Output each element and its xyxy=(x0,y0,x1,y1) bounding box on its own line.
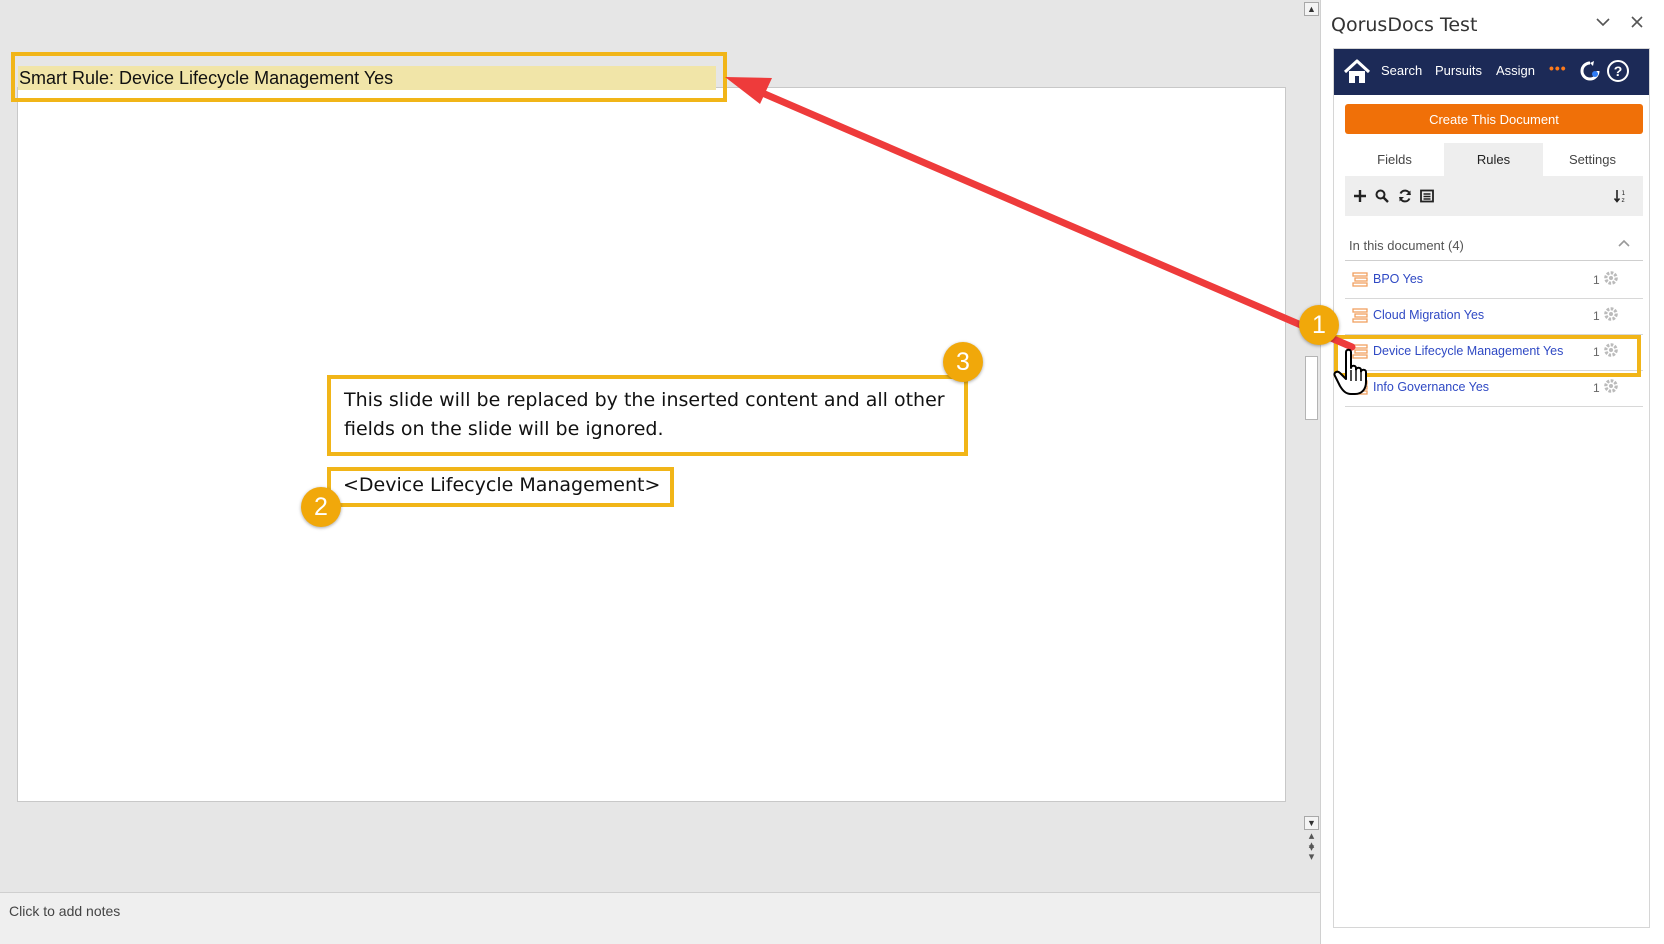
rule-count: 1 xyxy=(1593,381,1600,395)
sort-icon[interactable]: 1z xyxy=(1612,187,1630,205)
scroll-down-button[interactable]: ▼ xyxy=(1304,816,1319,830)
section-header[interactable]: In this document (4) xyxy=(1349,238,1464,253)
rule-label[interactable]: Cloud Migration Yes xyxy=(1373,308,1484,322)
hand-cursor-icon xyxy=(1333,348,1373,396)
rule-label[interactable]: Info Governance Yes xyxy=(1373,380,1489,394)
create-document-button[interactable]: Create This Document xyxy=(1345,104,1643,134)
nav-search[interactable]: Search xyxy=(1381,63,1422,78)
tab-settings[interactable]: Settings xyxy=(1543,143,1642,176)
step-badge-2: 2 xyxy=(301,487,341,527)
rule-row[interactable]: Cloud Migration Yes 1 xyxy=(1345,297,1643,335)
rule-count: 1 xyxy=(1593,309,1600,323)
scrollbar-thumb[interactable] xyxy=(1305,356,1318,420)
refresh-icon[interactable] xyxy=(1396,187,1414,205)
pane-tabs: Fields Rules Settings xyxy=(1345,143,1643,176)
smart-rule-field[interactable]: Smart Rule: Device Lifecycle Management … xyxy=(18,66,716,90)
next-slide-icon[interactable]: ▾ ▾ xyxy=(1304,843,1319,863)
scroll-up-button[interactable]: ▲ xyxy=(1304,2,1319,16)
gear-icon[interactable] xyxy=(1602,305,1620,323)
list-icon[interactable] xyxy=(1418,187,1436,205)
rule-row[interactable]: BPO Yes 1 xyxy=(1345,261,1643,299)
rule-icon xyxy=(1352,308,1368,323)
nav-pursuits[interactable]: Pursuits xyxy=(1435,63,1482,78)
sync-status-icon[interactable] xyxy=(1579,60,1601,82)
rule-label[interactable]: BPO Yes xyxy=(1373,272,1423,286)
chevron-up-icon[interactable] xyxy=(1617,236,1631,250)
nav-assign[interactable]: Assign xyxy=(1496,63,1535,78)
close-icon[interactable] xyxy=(1629,14,1645,35)
tab-rules[interactable]: Rules xyxy=(1444,143,1543,176)
gear-icon[interactable] xyxy=(1602,269,1620,287)
pane-title: QorusDocs Test xyxy=(1331,14,1478,36)
callout-text: This slide will be replaced by the inser… xyxy=(344,389,945,440)
field-placeholder[interactable]: <Device Lifecycle Management> xyxy=(343,474,660,496)
svg-text:z: z xyxy=(1622,197,1625,204)
chevron-down-icon[interactable] xyxy=(1595,14,1611,34)
notes-pane[interactable]: Click to add notes xyxy=(0,892,1320,944)
more-icon[interactable]: ••• xyxy=(1549,60,1567,76)
selected-rule-annotation-box xyxy=(1334,335,1641,377)
search-icon[interactable] xyxy=(1373,187,1391,205)
notes-placeholder: Click to add notes xyxy=(9,903,121,919)
rule-count: 1 xyxy=(1593,273,1600,287)
gear-icon[interactable] xyxy=(1602,377,1620,395)
add-icon[interactable] xyxy=(1351,187,1369,205)
step-badge-1: 1 xyxy=(1299,305,1339,345)
home-icon[interactable] xyxy=(1342,57,1372,87)
rule-icon xyxy=(1352,272,1368,287)
svg-text:1: 1 xyxy=(1622,190,1626,197)
step-badge-3: 3 xyxy=(943,342,983,382)
help-icon[interactable]: ? xyxy=(1607,60,1629,82)
vertical-scrollbar[interactable]: ▲ ▼ ▴ ▴ ▾ ▾ xyxy=(1303,0,1320,863)
tab-fields[interactable]: Fields xyxy=(1345,143,1444,176)
